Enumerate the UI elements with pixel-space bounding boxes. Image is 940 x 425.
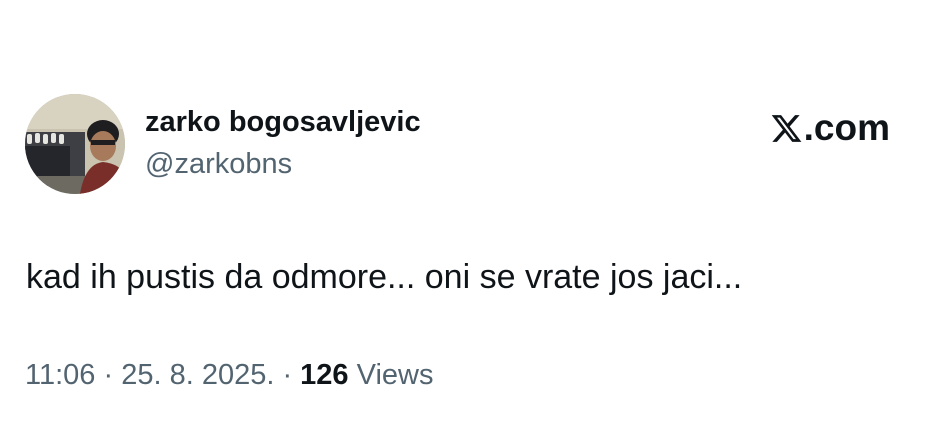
- display-name[interactable]: zarko bogosavljevic: [145, 106, 421, 139]
- brand-label: .com: [803, 107, 890, 148]
- views-count[interactable]: 126: [300, 359, 348, 391]
- x-logo-icon: [771, 114, 802, 142]
- tweet-text: kad ih pustis da odmore... oni se vrate …: [26, 258, 743, 296]
- tweet-time[interactable]: 11:06: [25, 359, 95, 391]
- tweet-meta: 11:06 · 25. 8. 2025. · 126 Views: [25, 359, 433, 392]
- separator: ·: [274, 359, 301, 391]
- views-label: Views: [348, 359, 434, 391]
- brand-logo: .com: [770, 107, 890, 149]
- profile-photo: [25, 94, 125, 194]
- separator: ·: [95, 359, 122, 391]
- tweet-date[interactable]: 25. 8. 2025.: [121, 359, 274, 391]
- avatar[interactable]: [25, 94, 125, 194]
- handle[interactable]: @zarkobns: [145, 148, 292, 181]
- tweet-card: zarko bogosavljevic @zarkobns .com kad i…: [0, 0, 940, 425]
